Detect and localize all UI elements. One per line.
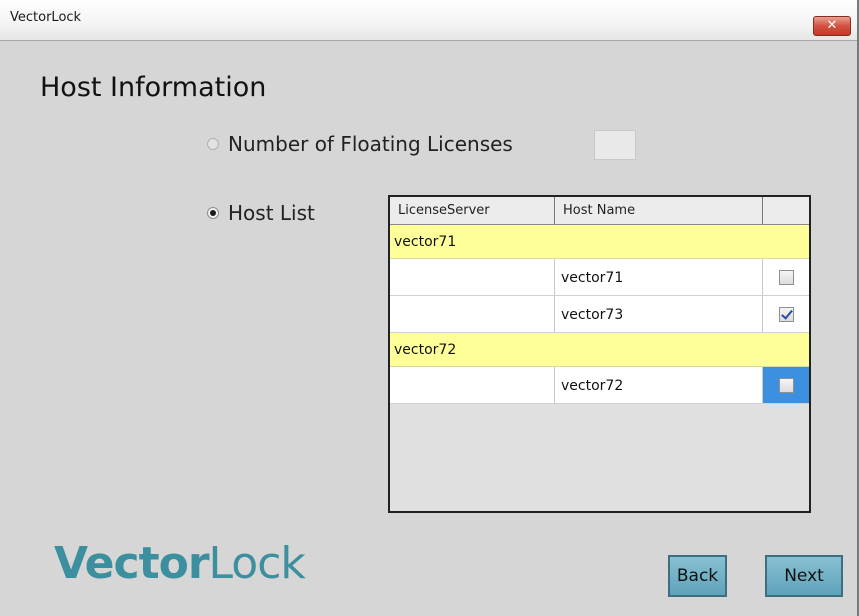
license-server-cell: [390, 296, 555, 332]
floating-licenses-input[interactable]: [594, 130, 636, 160]
table-row[interactable]: vector72: [390, 367, 809, 404]
back-button[interactable]: Back: [668, 555, 727, 597]
host-checkbox-vector72[interactable]: [778, 377, 794, 393]
floating-licenses-option[interactable]: Number of Floating Licenses: [207, 132, 513, 156]
table-header: LicenseServer Host Name: [390, 197, 809, 225]
next-button[interactable]: Next: [765, 555, 843, 597]
host-checkbox-vector71[interactable]: [778, 269, 794, 285]
host-list-option[interactable]: Host List: [207, 201, 315, 225]
group-row-vector72[interactable]: vector72: [390, 333, 809, 367]
window-title: VectorLock: [10, 10, 82, 25]
title-bar: VectorLock ✕: [0, 0, 857, 41]
host-name-cell: vector71: [555, 259, 763, 295]
floating-licenses-label: Number of Floating Licenses: [228, 132, 513, 156]
page-title: Host Information: [40, 72, 267, 103]
host-list-label: Host List: [228, 201, 315, 225]
select-cell: [763, 259, 809, 295]
host-name-cell: vector73: [555, 296, 763, 332]
host-list-radio[interactable]: [207, 207, 219, 219]
vectorlock-dialog: VectorLock ✕ Host Information Number of …: [0, 0, 859, 616]
host-table: LicenseServer Host Name vector71 vector7…: [388, 195, 811, 513]
license-server-cell: [390, 367, 555, 403]
logo-text-vector: Vector: [54, 538, 210, 589]
vectorlock-logo: Vector Lock: [54, 538, 306, 589]
host-name-cell: vector72: [555, 367, 763, 403]
group-row-vector71[interactable]: vector71: [390, 225, 809, 259]
select-cell: [763, 367, 809, 403]
license-server-cell: [390, 259, 555, 295]
host-checkbox-vector73[interactable]: [778, 306, 794, 322]
table-row[interactable]: vector71: [390, 259, 809, 296]
table-row[interactable]: vector73: [390, 296, 809, 333]
select-cell: [763, 296, 809, 332]
close-button[interactable]: ✕: [813, 16, 851, 36]
column-header-host-name[interactable]: Host Name: [555, 197, 763, 224]
logo-text-lock: Lock: [208, 538, 306, 589]
floating-licenses-radio[interactable]: [207, 138, 219, 150]
column-header-license-server[interactable]: LicenseServer: [390, 197, 555, 224]
column-header-select[interactable]: [763, 197, 809, 224]
